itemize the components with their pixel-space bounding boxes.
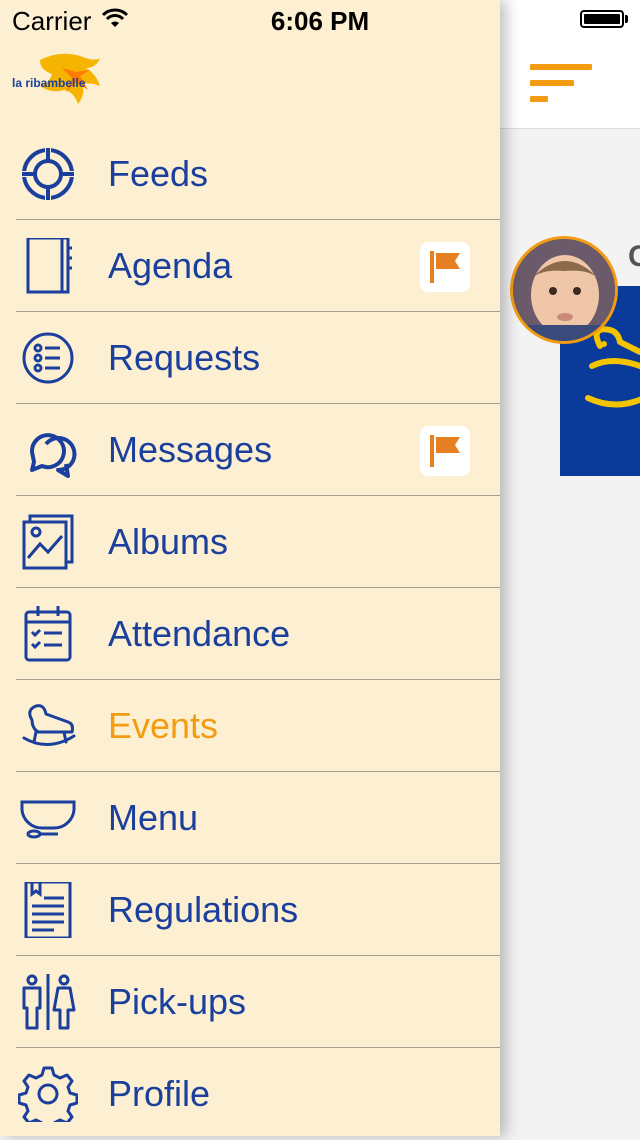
albums-icon [22, 514, 74, 570]
status-bar: Carrier 6:06 PM [0, 0, 640, 40]
menu-item-label: Albums [108, 521, 229, 562]
menu-item-label: Menu [108, 797, 199, 838]
feed-author-name: C [628, 240, 640, 273]
agenda-icon [26, 238, 72, 294]
menu-item-label: Feeds [108, 153, 209, 194]
hamburger-menu-icon[interactable] [530, 64, 594, 104]
menu-item-feeds[interactable]: Feeds [0, 128, 500, 220]
clock: 6:06 PM [270, 6, 370, 36]
menu-item-menu[interactable]: Menu [0, 772, 500, 864]
gear-icon [18, 1066, 78, 1122]
logo-text: la ribambelle [12, 76, 86, 90]
menu-item-label: Messages [108, 429, 273, 470]
menu-item-label: Agenda [108, 245, 233, 286]
menu-item-albums[interactable]: Albums [0, 496, 500, 588]
app-logo: la ribambelle [10, 50, 106, 110]
pickups-icon [22, 974, 76, 1030]
menu-item-label: Pick-ups [108, 981, 247, 1022]
menu-item-regulations[interactable]: Regulations [0, 864, 500, 956]
notification-flag-icon [420, 426, 470, 476]
battery-icon [580, 10, 624, 28]
menu-item-events[interactable]: Events [0, 680, 500, 772]
side-drawer: la ribambelle Feeds Agenda Requests Mess… [0, 0, 500, 1136]
menu-item-messages[interactable]: Messages [0, 404, 500, 496]
menu-item-label: Regulations [108, 889, 299, 930]
notification-flag-icon [420, 242, 470, 292]
requests-icon [22, 332, 74, 384]
battery-tip [625, 15, 628, 23]
attendance-icon [24, 606, 72, 662]
rocking-horse-icon [22, 704, 76, 746]
feeds-icon [20, 146, 76, 202]
drawer-menu: Feeds Agenda Requests Messages Albums At… [0, 128, 500, 1140]
menu-item-profile[interactable]: Profile [0, 1048, 500, 1140]
menu-item-requests[interactable]: Requests [0, 312, 500, 404]
menu-item-agenda[interactable]: Agenda [0, 220, 500, 312]
menu-item-attendance[interactable]: Attendance [0, 588, 500, 680]
menu-item-label: Attendance [108, 613, 291, 654]
menu-item-pickups[interactable]: Pick-ups [0, 956, 500, 1048]
messages-icon [29, 433, 77, 478]
regulations-icon [24, 882, 72, 938]
child-avatar[interactable] [510, 236, 618, 344]
menu-item-label: Requests [108, 337, 261, 378]
bowl-icon [20, 800, 76, 839]
menu-item-label: Events [108, 705, 219, 746]
menu-item-label: Profile [108, 1073, 211, 1114]
